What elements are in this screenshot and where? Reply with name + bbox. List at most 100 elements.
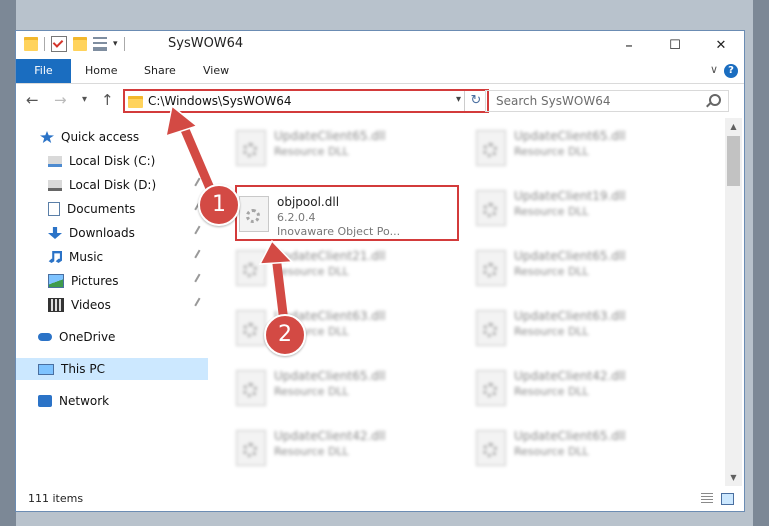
- up-button[interactable]: ↑: [101, 91, 114, 109]
- pin-icon: [194, 225, 206, 238]
- file-tile[interactable]: UpdateClient65.dll Resource DLL: [218, 362, 448, 412]
- pin-icon: [194, 273, 206, 286]
- dll-file-icon: [239, 196, 269, 232]
- dll-file-icon: [236, 370, 266, 406]
- file-tile[interactable]: UpdateClient42.dll Resource DLL: [458, 362, 688, 412]
- file-name: UpdateClient19.dll: [514, 189, 626, 203]
- file-tile[interactable]: UpdateClient21.dll Resource DLL: [218, 242, 448, 292]
- window-title: SysWOW64: [168, 36, 244, 51]
- documents-icon: [48, 202, 60, 216]
- large-icons-view-icon[interactable]: [721, 493, 734, 505]
- sidebar-item-label: Quick access: [61, 130, 140, 144]
- sidebar-item-onedrive[interactable]: OneDrive: [16, 326, 208, 348]
- annotation-badge-2: 2: [264, 314, 306, 356]
- toolbar-separator: [123, 37, 125, 51]
- file-name: UpdateClient65.dll: [274, 129, 386, 143]
- dll-file-icon: [476, 250, 506, 286]
- pin-icon: [194, 297, 206, 310]
- recent-locations-button[interactable]: ▾: [82, 94, 87, 105]
- file-name: UpdateClient65.dll: [514, 429, 626, 443]
- annotation-badge-1: 1: [198, 184, 240, 226]
- dll-file-icon: [476, 130, 506, 166]
- file-name: UpdateClient65.dll: [274, 369, 386, 383]
- file-tile[interactable]: UpdateClient19.dll Resource DLL: [458, 182, 688, 232]
- pin-icon: [194, 177, 206, 190]
- sidebar-item-pictures[interactable]: Pictures: [16, 270, 208, 292]
- title-bar: ▾ SysWOW64 – ☐ ✕: [16, 31, 744, 59]
- search-box[interactable]: [485, 90, 729, 112]
- highlighted-file-objpool[interactable]: objpool.dll 6.2.0.4 Inovaware Object Po.…: [235, 185, 459, 241]
- sidebar-item-label: Network: [59, 394, 110, 408]
- file-name: UpdateClient21.dll: [274, 249, 386, 263]
- forward-button[interactable]: →: [54, 91, 67, 109]
- file-description: Inovaware Object Po...: [277, 225, 401, 238]
- help-icon[interactable]: ?: [724, 64, 738, 78]
- file-tile[interactable]: UpdateClient65.dll Resource DLL: [218, 122, 448, 172]
- sidebar-item-videos[interactable]: Videos: [16, 294, 208, 316]
- sidebar-item-label: Downloads: [69, 226, 135, 240]
- folder-icon: [24, 37, 38, 51]
- navigation-bar: ← → ▾ ↑ C:\Windows\SysWOW64 ▾ ↻: [16, 84, 744, 118]
- sidebar-item-documents[interactable]: Documents: [16, 198, 208, 220]
- tab-share[interactable]: Share: [144, 59, 176, 83]
- address-bar[interactable]: C:\Windows\SysWOW64 ▾ ↻: [123, 89, 489, 113]
- minimize-button[interactable]: –: [606, 31, 652, 59]
- status-bar: 111 items: [16, 486, 744, 511]
- sidebar-item-label: Music: [69, 250, 104, 264]
- sidebar-item-this-pc[interactable]: This PC: [16, 358, 208, 380]
- back-button[interactable]: ←: [26, 91, 39, 109]
- properties-check-icon[interactable]: [51, 36, 67, 52]
- properties-icon[interactable]: [93, 37, 107, 51]
- tab-file[interactable]: File: [16, 59, 71, 83]
- file-name: UpdateClient42.dll: [514, 369, 626, 383]
- toolbar-separator: [44, 37, 45, 51]
- scroll-down-icon[interactable]: ▼: [725, 469, 742, 486]
- details-view-icon[interactable]: [701, 493, 713, 504]
- file-tile[interactable]: UpdateClient42.dll Resource DLL: [218, 422, 448, 472]
- search-icon[interactable]: [709, 94, 721, 106]
- dll-file-icon: [476, 430, 506, 466]
- file-type: Resource DLL: [274, 145, 349, 158]
- file-name: objpool.dll: [277, 195, 340, 209]
- file-tile[interactable]: UpdateClient63.dll Resource DLL: [218, 302, 448, 352]
- sidebar-item-quick-access[interactable]: Quick access: [16, 126, 208, 148]
- address-path[interactable]: C:\Windows\SysWOW64: [148, 94, 292, 108]
- tab-home[interactable]: Home: [85, 59, 117, 83]
- file-tile[interactable]: UpdateClient63.dll Resource DLL: [458, 302, 688, 352]
- scroll-thumb[interactable]: [727, 136, 740, 186]
- scroll-up-icon[interactable]: ▲: [725, 118, 742, 135]
- sidebar-item-network[interactable]: Network: [16, 390, 208, 412]
- network-icon: [38, 395, 52, 407]
- address-dropdown-chevron-icon[interactable]: ▾: [456, 94, 461, 105]
- sidebar-item-local-disk-d[interactable]: Local Disk (D:): [16, 174, 208, 196]
- file-name: UpdateClient42.dll: [274, 429, 386, 443]
- close-button[interactable]: ✕: [698, 31, 744, 59]
- customize-toolbar-chevron-icon[interactable]: ▾: [113, 39, 118, 49]
- tab-view[interactable]: View: [203, 59, 229, 83]
- sidebar-item-label: Videos: [71, 298, 111, 312]
- star-icon: [40, 131, 54, 143]
- file-tile[interactable]: UpdateClient65.dll Resource DLL: [458, 242, 688, 292]
- sidebar-item-downloads[interactable]: Downloads: [16, 222, 208, 244]
- maximize-button[interactable]: ☐: [652, 31, 698, 59]
- file-name: UpdateClient65.dll: [514, 129, 626, 143]
- dll-file-icon: [236, 250, 266, 286]
- file-name: UpdateClient63.dll: [514, 309, 626, 323]
- vertical-scrollbar[interactable]: ▲ ▼: [725, 118, 742, 486]
- search-input[interactable]: [494, 93, 698, 109]
- file-tile[interactable]: UpdateClient65.dll Resource DLL: [458, 422, 688, 472]
- disk-icon: [48, 179, 62, 191]
- disk-icon: [48, 155, 62, 167]
- file-tile[interactable]: UpdateClient65.dll Resource DLL: [458, 122, 688, 172]
- refresh-icon[interactable]: ↻: [464, 91, 487, 111]
- downloads-icon: [48, 227, 62, 239]
- folder-icon: [128, 96, 143, 108]
- file-type: Resource DLL: [274, 385, 349, 398]
- sidebar-item-music[interactable]: Music: [16, 246, 208, 268]
- dll-file-icon: [476, 310, 506, 346]
- new-folder-icon[interactable]: [73, 37, 87, 51]
- dll-file-icon: [476, 370, 506, 406]
- file-tile[interactable]: objpool.dll 6.2.0.4 Inovaware Object Po.…: [221, 188, 451, 238]
- expand-ribbon-chevron-icon[interactable]: ∨: [710, 63, 718, 76]
- sidebar-item-local-disk-c[interactable]: Local Disk (C:): [16, 150, 208, 172]
